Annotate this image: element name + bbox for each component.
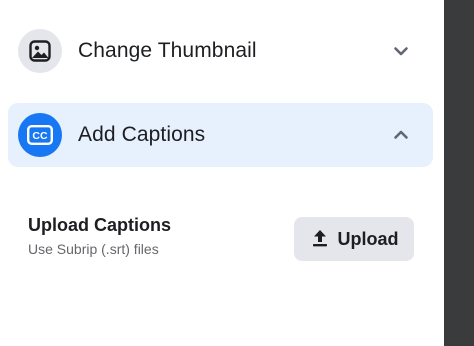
add-captions-row[interactable]: CC Add Captions bbox=[8, 103, 433, 167]
image-icon bbox=[18, 29, 62, 73]
svg-text:CC: CC bbox=[32, 130, 48, 142]
chevron-down-icon[interactable] bbox=[389, 39, 413, 63]
change-thumbnail-row[interactable]: Change Thumbnail bbox=[8, 19, 433, 83]
change-thumbnail-label: Change Thumbnail bbox=[78, 39, 257, 62]
video-settings-panel: Change Thumbnail CC Add Captions Upload … bbox=[0, 0, 444, 346]
window-edge bbox=[444, 0, 474, 346]
closed-captions-icon: CC bbox=[18, 113, 62, 157]
upload-icon bbox=[310, 228, 330, 251]
chevron-up-icon[interactable] bbox=[389, 123, 413, 147]
upload-button-label: Upload bbox=[337, 228, 399, 249]
upload-button[interactable]: Upload bbox=[294, 217, 414, 261]
add-captions-label: Add Captions bbox=[78, 123, 206, 146]
upload-captions-subtitle: Use Subrip (.srt) files bbox=[28, 241, 159, 257]
upload-captions-title: Upload Captions bbox=[28, 215, 171, 235]
